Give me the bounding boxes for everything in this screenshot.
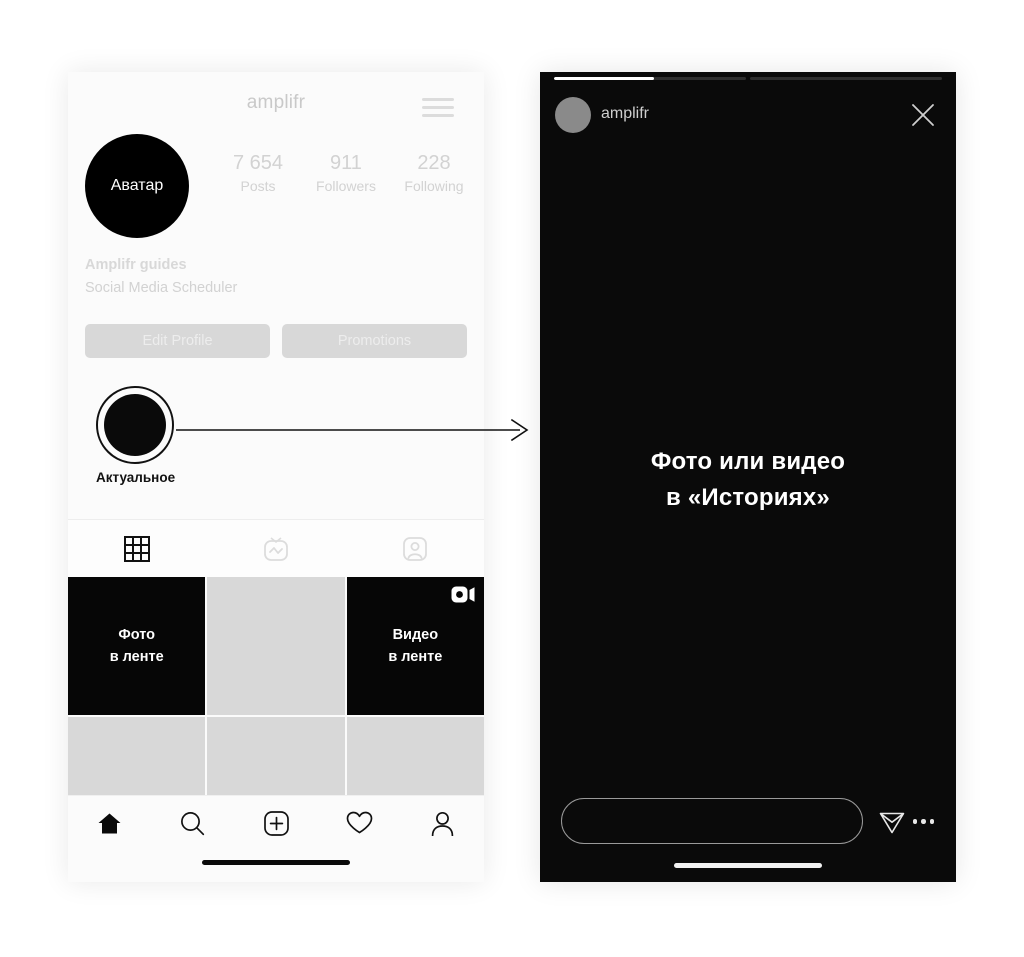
tab-tagged[interactable] [345,535,484,563]
bio-display-name: Amplifr guides [85,257,187,273]
profile-topbar: amplifr [68,72,484,130]
search-icon [181,811,205,835]
highlight-cover [104,394,166,456]
nav-home[interactable] [68,812,151,835]
dot [912,819,917,824]
instagram-story-screen: amplifr Фото или видео в «Историях» [540,72,956,882]
story-caption-line: Фото или видео [650,448,846,475]
avatar[interactable]: Аватар [85,134,189,238]
story-reply-input[interactable] [561,798,863,844]
post-caption: Видео в ленте [347,624,484,668]
tagged-person-icon [402,537,427,561]
highlight-label: Актуальное [96,470,176,485]
home-icon [98,813,121,833]
instagram-profile-screen: amplifr Аватар 7 654 Posts 911 Followers [68,72,484,882]
dot [929,819,934,824]
stat-label: Posts [240,178,276,194]
post-caption-line: Фото [118,627,155,643]
promotions-button[interactable]: Promotions [282,324,467,358]
connector-arrow [176,418,529,442]
profile-identity: Аватар 7 654 Posts 911 Followers 228 Fol… [68,130,484,240]
highlight-circle[interactable] [96,386,174,464]
post-caption-line: в ленте [388,649,443,665]
story-progress-segment[interactable] [554,77,746,80]
stat-label: Following [404,178,464,194]
home-indicator [202,860,350,865]
send-paper-plane-icon[interactable] [878,808,906,841]
igtv-icon [264,537,288,561]
story-caption: Фото или видео в «Историях» [540,444,956,516]
hamburger-menu-icon[interactable] [422,98,454,117]
stat-value: 228 [417,152,451,174]
bio-description: Social Media Scheduler [85,280,238,296]
stat-posts[interactable]: 7 654 Posts [214,150,302,196]
dot [921,819,926,824]
nav-profile[interactable] [401,811,484,836]
nav-activity[interactable] [318,811,401,835]
profile-content-tabs [68,519,484,578]
story-progress-fill [554,77,654,80]
post-tile[interactable]: Видео в ленте [346,577,484,715]
hamburger-line [422,106,454,109]
profile-stats: 7 654 Posts 911 Followers 228 Following [214,150,478,196]
post-caption: Фото в ленте [68,624,205,668]
story-header: amplifr [540,94,956,140]
stat-followers[interactable]: 911 Followers [302,150,390,196]
tab-grid[interactable] [68,536,207,562]
profile-action-buttons: Edit Profile Promotions [68,300,484,358]
edit-profile-button[interactable]: Edit Profile [85,324,270,358]
stat-label: Followers [316,178,376,194]
video-camera-icon [451,586,475,608]
add-post-icon [263,810,289,836]
grid-icon [124,536,151,562]
person-icon [431,811,454,836]
close-x-icon[interactable] [910,102,936,128]
tab-igtv[interactable] [207,535,346,563]
post-tile[interactable] [207,577,345,715]
more-dots-icon[interactable] [912,819,934,824]
story-progress-segment[interactable] [750,77,942,80]
home-indicator [674,863,822,868]
profile-bio: Amplifr guides Social Media Scheduler [68,254,484,300]
stat-value: 7 654 [232,152,284,174]
story-footer [540,786,956,882]
post-tile[interactable]: Фото в ленте [68,577,206,715]
story-username: amplifr [601,105,650,122]
story-avatar[interactable] [555,97,591,133]
stat-value: 911 [330,152,362,174]
bottom-navigation-bar [68,795,484,882]
hamburger-line [422,114,454,117]
stat-following[interactable]: 228 Following [390,150,478,196]
story-caption-line: в «Историях» [666,484,830,511]
post-caption-line: в ленте [109,649,164,665]
post-caption-line: Видео [392,627,439,643]
canvas: amplifr Аватар 7 654 Posts 911 Followers [0,0,1024,957]
nav-add-post[interactable] [234,810,317,836]
story-progress-bars [554,77,942,80]
nav-search[interactable] [151,811,234,836]
heart-icon [346,811,373,834]
hamburger-line [422,98,454,101]
